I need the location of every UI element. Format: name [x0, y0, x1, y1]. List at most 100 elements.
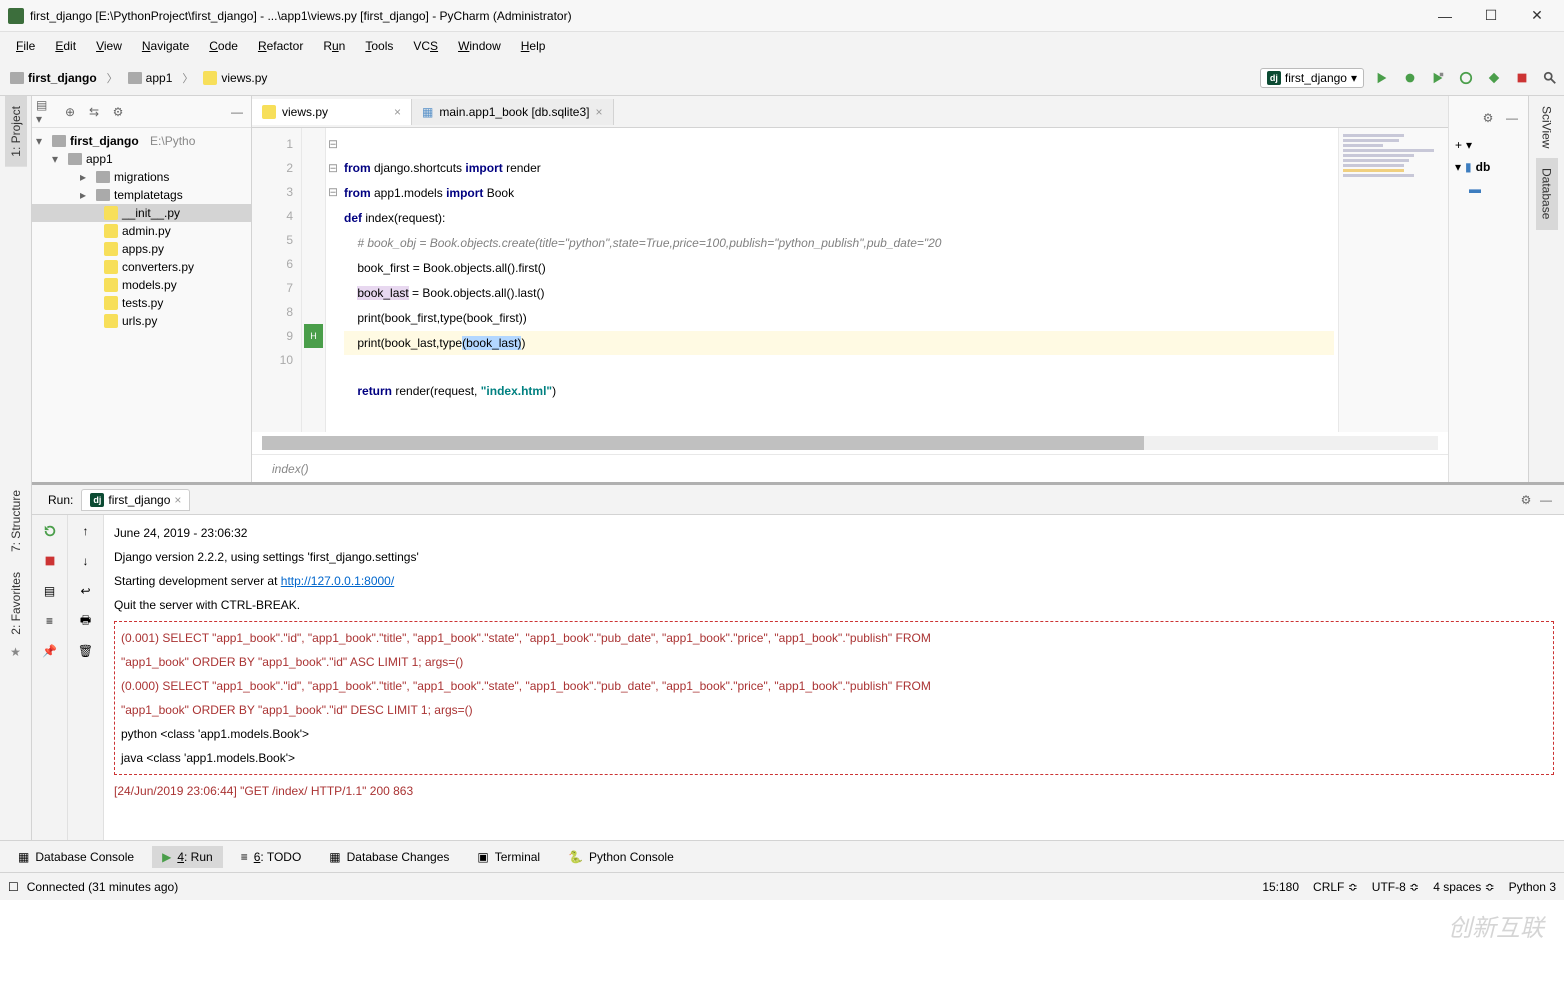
tab-views[interactable]: views.py ×	[252, 99, 412, 125]
tab-views-label: views.py	[282, 105, 328, 119]
tree-urls[interactable]: urls.py	[32, 312, 251, 330]
tree-apps[interactable]: apps.py	[32, 240, 251, 258]
hide-panel-button[interactable]: —	[227, 102, 247, 122]
menu-vcs[interactable]: VCS	[405, 36, 446, 56]
tree-init[interactable]: __init__.py	[32, 204, 251, 222]
folder-icon	[68, 153, 82, 165]
tab-database[interactable]: Database	[1536, 158, 1558, 229]
attach-button[interactable]	[1484, 68, 1504, 88]
pin-icon[interactable]: 📌	[40, 641, 60, 661]
btab-python-console[interactable]: 🐍Python Console	[558, 846, 684, 868]
tree-templatetags[interactable]: ▸templatetags	[32, 186, 251, 204]
menu-code[interactable]: Code	[201, 36, 246, 56]
btab-db-console[interactable]: ▦Database Console	[8, 846, 144, 868]
tree-app1[interactable]: ▾app1	[32, 150, 251, 168]
trash-icon[interactable]: 🗑	[76, 641, 96, 661]
tree-tests[interactable]: tests.py	[32, 294, 251, 312]
status-line-sep[interactable]: CRLF ≎	[1313, 880, 1358, 894]
run-coverage-button[interactable]	[1428, 68, 1448, 88]
minimap[interactable]	[1338, 128, 1448, 432]
horizontal-scrollbar[interactable]	[262, 436, 1438, 450]
tab-db[interactable]: ▦main.app1_book [db.sqlite3]×	[412, 99, 613, 125]
btab-terminal[interactable]: ▣Terminal	[467, 846, 550, 868]
debug-button[interactable]	[1400, 68, 1420, 88]
close-button[interactable]: ✕	[1526, 5, 1548, 27]
collapse-icon[interactable]: ⇆	[84, 102, 104, 122]
editor-body[interactable]: 1 2 3 4 5 6 7 8 9 10 H ⊟⊟⊟ from django.s…	[252, 128, 1448, 432]
gear-icon[interactable]	[108, 102, 128, 122]
menu-help[interactable]: Help	[513, 36, 554, 56]
t: (book_first))	[463, 311, 527, 325]
left-tool-stripe: 1: Project	[0, 96, 32, 482]
up-arrow-icon[interactable]: ↑	[76, 521, 96, 541]
t: import	[446, 186, 483, 200]
db-node[interactable]: ▾▮db	[1455, 156, 1522, 178]
tree-converters[interactable]: converters.py	[32, 258, 251, 276]
status-interpreter[interactable]: Python 3	[1509, 880, 1556, 894]
schema-node[interactable]: ▬	[1455, 178, 1522, 200]
menu-file[interactable]: File	[8, 36, 43, 56]
project-tree[interactable]: ▾first_django E:\Pytho ▾app1 ▸migrations…	[32, 128, 251, 482]
project-dropdown[interactable]: ▤ ▾	[36, 102, 56, 122]
fold-marks[interactable]: ⊟⊟⊟	[326, 128, 340, 432]
menu-window[interactable]: Window	[450, 36, 509, 56]
close-icon[interactable]: ×	[595, 105, 602, 119]
filter-icon[interactable]: ≡	[40, 611, 60, 631]
btab-label: Terminal	[495, 850, 540, 864]
python-file-icon	[104, 242, 118, 256]
right-panel: — +▾ ▾▮db ▬	[1448, 96, 1528, 482]
rerun-button[interactable]	[40, 521, 60, 541]
profile-button[interactable]	[1456, 68, 1476, 88]
down-arrow-icon[interactable]: ↓	[76, 551, 96, 571]
crumb-file[interactable]: views.py	[197, 69, 273, 87]
btab-run[interactable]: ▶4: Run	[152, 846, 223, 868]
statusbar: ☐ Connected (31 minutes ago) 15:180 CRLF…	[0, 872, 1564, 900]
search-button[interactable]	[1540, 68, 1560, 88]
minimize-button[interactable]: —	[1434, 5, 1456, 27]
status-indent[interactable]: 4 spaces ≎	[1433, 880, 1494, 894]
close-icon[interactable]: ×	[394, 105, 401, 119]
add-datasource[interactable]: +▾	[1455, 134, 1522, 156]
status-icon[interactable]: ☐	[8, 880, 19, 894]
menu-view[interactable]: View	[88, 36, 130, 56]
tab-sciview[interactable]: SciView	[1536, 96, 1558, 158]
ln: 6	[252, 252, 293, 276]
menu-refactor[interactable]: Refactor	[250, 36, 311, 56]
code-breadcrumb[interactable]: index()	[252, 454, 1448, 482]
hide-panel-button[interactable]: —	[1502, 108, 1522, 128]
btab-todo[interactable]: ≡6: TODO	[231, 846, 312, 868]
status-encoding[interactable]: UTF-8 ≎	[1372, 880, 1419, 894]
ln: 10	[252, 348, 293, 372]
tree-models[interactable]: models.py	[32, 276, 251, 294]
crumb-pkg[interactable]: app1	[122, 69, 179, 87]
stop-button[interactable]	[40, 551, 60, 571]
t: import	[465, 161, 502, 175]
menu-run[interactable]: Run	[315, 36, 353, 56]
run-config-selector[interactable]: dj first_django ▾	[1260, 68, 1364, 88]
stop-button[interactable]	[1512, 68, 1532, 88]
layout-icon[interactable]: ▤	[40, 581, 60, 601]
code-area[interactable]: from django.shortcuts import render from…	[340, 128, 1338, 432]
right-tool-stripe: SciView Database	[1528, 96, 1564, 482]
crumb-root[interactable]: first_django	[4, 69, 103, 87]
tab-project[interactable]: 1: Project	[5, 96, 27, 167]
menu-tools[interactable]: Tools	[357, 36, 401, 56]
tree-admin[interactable]: admin.py	[32, 222, 251, 240]
tab-favorites[interactable]: 2: Favorites	[5, 562, 27, 645]
tab-structure[interactable]: 7: Structure	[5, 480, 27, 562]
btab-db-changes[interactable]: ▦Database Changes	[319, 846, 459, 868]
print-icon[interactable]: 🖶	[76, 611, 96, 631]
gear-icon[interactable]	[1478, 108, 1498, 128]
menu-edit[interactable]: Edit	[47, 36, 84, 56]
run-button[interactable]	[1372, 68, 1392, 88]
scrollbar-thumb[interactable]	[262, 436, 1144, 450]
locate-icon[interactable]: ⊕	[60, 102, 80, 122]
status-caret-pos[interactable]: 15:180	[1262, 880, 1299, 894]
tree-migrations[interactable]: ▸migrations	[32, 168, 251, 186]
server-url-link[interactable]: http://127.0.0.1:8000/	[281, 574, 394, 588]
menu-navigate[interactable]: Navigate	[134, 36, 197, 56]
wrap-icon[interactable]: ↩	[76, 581, 96, 601]
run-output[interactable]: June 24, 2019 - 23:06:32 Django version …	[104, 515, 1564, 840]
tree-root[interactable]: ▾first_django E:\Pytho	[32, 132, 251, 150]
maximize-button[interactable]: ☐	[1480, 5, 1502, 27]
